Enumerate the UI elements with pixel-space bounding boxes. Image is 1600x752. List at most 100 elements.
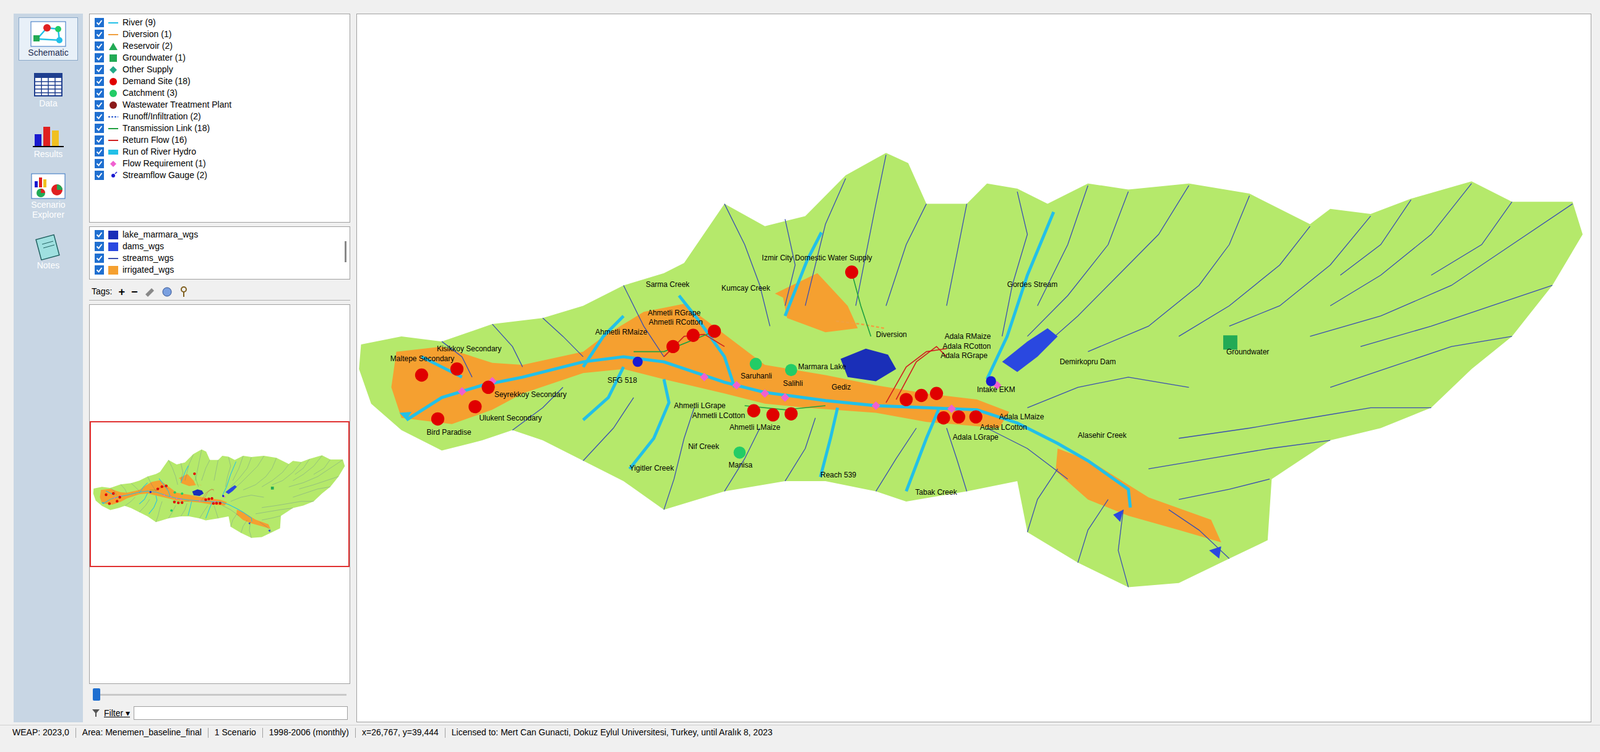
map-label[interactable]: Seyrekkoy Secondary [494,390,567,399]
map-label[interactable]: Ahmetli RCotton [649,318,703,327]
checkbox[interactable] [94,123,104,134]
map-label[interactable]: Alasehir Creek [1077,431,1127,440]
map-label[interactable]: Bird Paradise [426,428,472,437]
map-label[interactable]: Ahmetli LCotton [692,412,745,421]
map-label[interactable]: Demirkopru Dam [1059,358,1117,367]
map-label[interactable]: Reach 539 [820,471,857,480]
tag-globe-icon[interactable] [161,286,173,298]
map-label[interactable]: Nif Creek [688,442,719,451]
map-label[interactable]: EKM [999,385,1016,394]
view-button[interactable]: Data [18,68,78,112]
layer-item[interactable]: lake_marmara_wgs [94,228,341,241]
legend-item[interactable]: Runoff/Infiltration (2) [94,110,350,123]
view-button[interactable]: Notes [18,230,78,274]
checkbox[interactable] [94,159,104,169]
fill-layer-swatch [108,230,119,240]
layer-item[interactable]: irrigated_wgs [94,264,341,276]
check-icon [95,89,103,97]
legend-item[interactable]: Demand Site (18) [94,75,350,88]
map-label[interactable]: Manisa [728,460,753,469]
map-label[interactable]: Izmir City Domestic Water Supply [761,253,872,262]
map-label[interactable]: Ahmetli RGrape [647,308,701,317]
legend-item[interactable]: Run of River Hydro [94,146,350,158]
view-button[interactable]: Results [18,118,78,163]
checkbox[interactable] [94,76,104,87]
map-label[interactable]: Gediz [831,383,851,392]
legend-item[interactable]: Flow Requirement (1) [94,157,350,170]
tag-button[interactable]: − [131,286,138,298]
view-button[interactable]: Scenario Explorer [18,169,78,223]
legend-item[interactable]: Diversion (1) [94,28,350,41]
map-label[interactable]: SFG 518 [607,376,638,385]
hydro-icon [107,147,119,157]
tag-edit-icon[interactable] [144,287,156,297]
legend-item[interactable]: Groundwater (1) [94,51,350,64]
legend-item[interactable]: Streamflow Gauge (2) [94,169,350,182]
map-label[interactable]: Adala LMaize [999,413,1045,422]
legend-item[interactable]: Wastewater Treatment Plant [94,98,350,111]
map-label[interactable]: Ahmetli LGrape [673,401,726,410]
map-label[interactable]: Ulukent Secondary [478,413,542,422]
fill-layer-swatch [108,266,119,275]
map-label[interactable]: Diversion [876,330,908,339]
checkbox[interactable] [94,100,104,110]
diversion-icon [107,30,119,39]
map-label[interactable]: Groundwater [1226,347,1269,356]
checkbox[interactable] [94,265,104,275]
overview-viewport[interactable] [89,421,350,568]
map-label[interactable]: Yigitler Creek [629,464,675,473]
map-label[interactable]: Gordes Stream [1007,280,1058,289]
slider-thumb[interactable] [92,688,101,702]
map-label[interactable]: Kisikkoy Secondary [436,344,502,353]
check-icon [95,30,103,38]
checkbox[interactable] [94,29,104,39]
checkbox[interactable] [94,88,104,98]
tag-key-icon[interactable] [178,286,189,298]
checkbox[interactable] [94,53,104,63]
legend-item[interactable]: Other Supply [94,63,350,76]
check-icon [95,113,103,121]
checkbox[interactable] [94,253,104,263]
map-label[interactable]: Adala RCotton [942,342,991,351]
map-label[interactable]: Kumcay Creek [721,284,771,293]
layer-item[interactable]: streams_wgs [94,252,341,265]
checkbox[interactable] [94,135,104,145]
layer-scrollbar[interactable] [340,228,350,280]
legend-item[interactable]: River (9) [94,16,350,29]
legend-item[interactable]: Catchment (3) [94,87,350,99]
catchment-icon [107,89,119,98]
map-label[interactable]: Salihli [783,379,804,388]
map-label[interactable]: Maltepe Secondary [390,355,455,364]
checkbox[interactable] [94,230,104,240]
time-slider[interactable] [89,688,351,702]
tag-button[interactable]: + [118,286,125,298]
map-label[interactable]: Ahmetli RMaize [595,328,648,337]
map-view[interactable]: Izmir City Domestic Water Supply Sarma Cr… [356,13,1592,723]
map-label[interactable]: Saruhanli [740,372,773,381]
map-label[interactable]: Intake [976,385,998,394]
map-label[interactable]: Adala LCotton [980,423,1028,432]
checkbox[interactable] [94,111,104,122]
side-panel: River (9)Diversion (1)Reservoir (2)Groun… [89,13,351,723]
legend-item[interactable]: Transmission Link (18) [94,122,350,135]
filter-button[interactable]: Filter ▾ [103,707,130,721]
checkbox[interactable] [94,147,104,157]
map-label[interactable]: Adala LGrape [952,433,999,442]
checkbox[interactable] [94,170,104,181]
map-label[interactable]: Tabak Creek [915,488,957,497]
layer-item[interactable]: dams_wgs [94,240,341,253]
map-label[interactable]: Adala RGrape [940,352,988,361]
map-label[interactable]: Marmara Lake [798,363,846,372]
checkbox[interactable] [94,241,104,252]
status-separator [262,728,263,739]
map-label[interactable]: Sarma Creek [645,280,690,289]
checkbox[interactable] [94,17,104,28]
map-label[interactable]: Ahmetli LMaize [729,423,781,432]
map-label[interactable]: Adala RMaize [944,332,992,341]
legend-item[interactable]: Return Flow (16) [94,134,350,147]
legend-item[interactable]: Reservoir (2) [94,40,350,52]
view-button[interactable]: Schematic [18,17,78,61]
filter-input[interactable] [133,706,348,721]
checkbox[interactable] [94,41,104,51]
checkbox[interactable] [94,64,104,75]
